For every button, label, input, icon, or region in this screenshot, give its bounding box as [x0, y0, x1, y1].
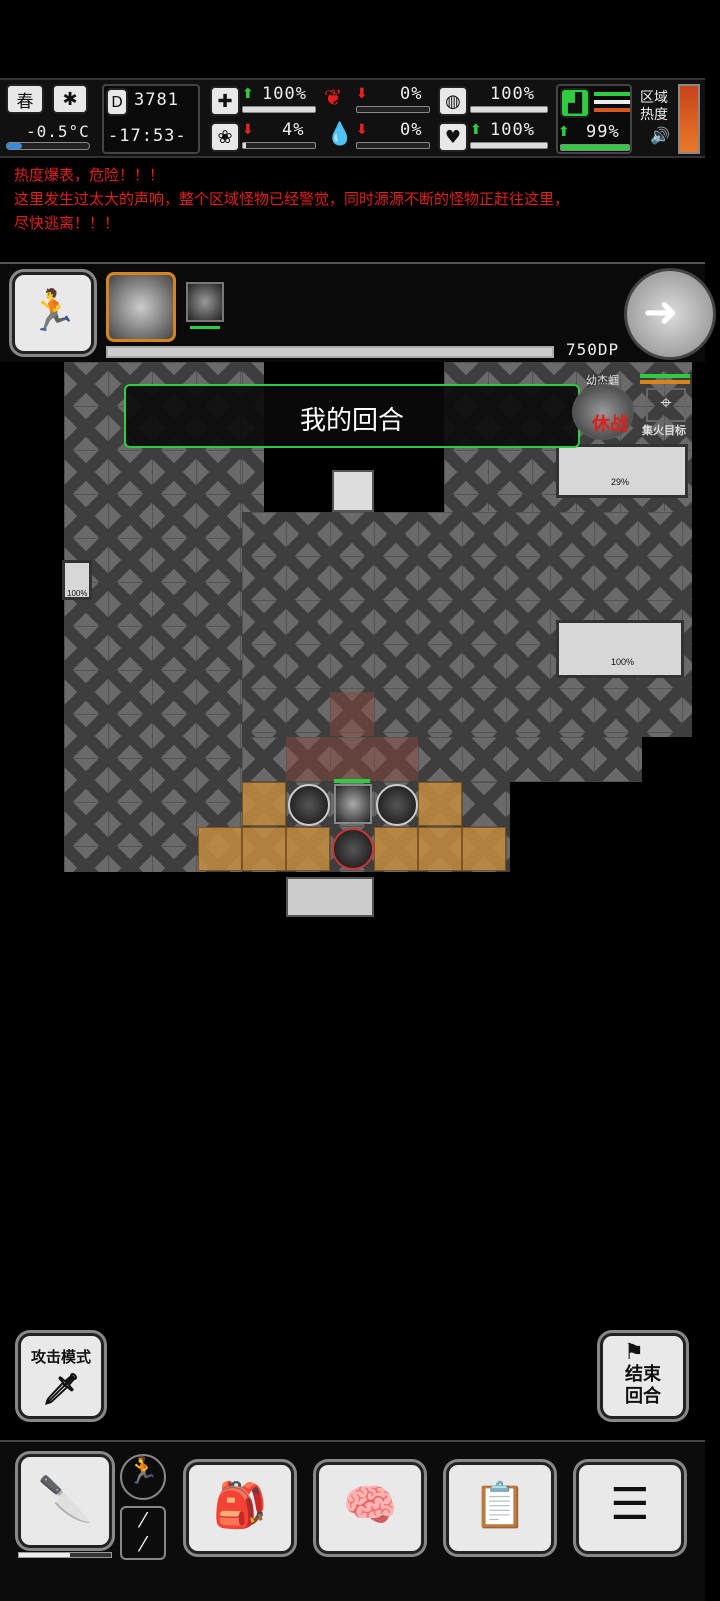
digestion-value: 4% — [282, 120, 305, 140]
journal-button[interactable]: 📋 — [446, 1462, 554, 1554]
next-turn-button[interactable]: ➜ — [624, 268, 716, 360]
temperature-value: -0.5°C — [26, 122, 90, 141]
snowflake-icon: ✱ — [52, 84, 88, 114]
notebook-icon: 📋 — [472, 1480, 528, 1531]
knife-slash-icon: 🗡 — [41, 1372, 81, 1407]
knife-icon: 🔪 — [37, 1474, 93, 1525]
weapon-slot-button[interactable]: 🔪 — [18, 1454, 112, 1548]
boot-icon: ▟ — [560, 88, 590, 118]
blood-drop-icon: 💧 — [326, 122, 354, 147]
player-portrait[interactable] — [106, 272, 176, 342]
status-bar: 春 ✱ -0.5°C D 3781 -17:53- ✚ ⬆ 100% ❦ ⬇ 0… — [0, 78, 705, 158]
stomach-trend-down-icon: ⬇ — [356, 86, 368, 102]
temperature-bar — [6, 142, 90, 150]
skills-button[interactable]: 🧠 — [316, 1462, 424, 1554]
season-badge: 春 — [6, 84, 44, 114]
clock-panel: D 3781 -17:53- — [102, 84, 200, 154]
stomach-bar — [356, 106, 430, 113]
turn-banner: 我的回合 — [124, 384, 580, 448]
locker-durability: 29% — [611, 477, 630, 487]
stamina-bar — [560, 144, 630, 151]
day-counter: 3781 — [134, 90, 179, 110]
health-value: 100% — [490, 120, 535, 140]
digestion-bar — [242, 142, 316, 149]
wall-safe-durability: 100% — [67, 589, 88, 598]
medical-trend-up-icon: ⬆ — [242, 86, 254, 102]
turn-banner-text: 我的回合 — [299, 406, 404, 436]
stamina-value: 99% — [586, 122, 620, 142]
season-label: 春 — [16, 91, 34, 112]
health-bar — [470, 142, 548, 149]
crosshair-icon[interactable]: ⌖ — [646, 388, 686, 422]
attack-mode-label: 攻击模式 — [30, 1348, 91, 1366]
health-trend-up-icon: ⬆ — [470, 122, 482, 138]
menu-list-icon: ☰ — [610, 1479, 650, 1530]
blood-value: 0% — [400, 120, 423, 140]
water-bar — [470, 106, 548, 113]
enemy-portrait[interactable] — [186, 282, 224, 322]
locker-container[interactable]: 29% — [556, 444, 688, 498]
digestion-trend-down-icon: ⬇ — [242, 122, 254, 138]
menu-button[interactable]: ☰ — [576, 1462, 684, 1554]
stomach-icon: ❦ — [324, 86, 343, 111]
stance-button[interactable]: 🏃 — [12, 272, 94, 354]
speaker-icon[interactable]: 🔊 — [650, 126, 670, 145]
danger-message-body: 这里发生过太大的声响，整个区域怪物已经警觉，同时源源不断的怪物正赶往这里， — [14, 190, 570, 208]
run-stance-icon[interactable]: 🏃 — [120, 1454, 166, 1500]
shooter-stance-icon: 🏃 — [28, 288, 78, 334]
zone-heat-gauge — [678, 84, 700, 154]
bottom-nav: 🔪 🏃 ⁄ ⁄ 🎒 🧠 📋 ☰ — [0, 1440, 705, 1601]
attack-mode-button[interactable]: 攻击模式 🗡 — [18, 1333, 104, 1419]
stomach-value: 0% — [400, 84, 423, 104]
enemy-unit[interactable] — [334, 784, 372, 824]
inventory-button[interactable]: 🎒 — [186, 1462, 294, 1554]
danger-message-footer: 尽快逃离！！！ — [14, 214, 120, 232]
flag-icon: ⚑ — [624, 1340, 644, 1365]
medical-value: 100% — [262, 84, 307, 104]
blood-trend-down-icon: ⬇ — [356, 122, 368, 138]
clock-time: -17:53- — [108, 126, 187, 146]
danger-message-title: 热度爆表，危险！！！ — [14, 166, 165, 184]
arrow-right-icon: ➜ — [643, 287, 679, 336]
medkit-icon: ✚ — [210, 86, 240, 116]
mine-trap-icon[interactable] — [376, 784, 418, 826]
blood-bar — [356, 142, 430, 149]
brain-icon: 🧠 — [342, 1480, 398, 1531]
heart-icon: ♥ — [438, 122, 468, 152]
stairs-up-icon[interactable] — [332, 470, 374, 512]
ap-value: 750DP — [566, 340, 620, 359]
locker-durability: 100% — [611, 657, 635, 667]
stamina-panel: ▟ ⬆ 99% — [556, 84, 632, 154]
zone-heat-label: 区域 热度 — [640, 90, 668, 123]
mine-trap-icon[interactable] — [288, 784, 330, 826]
enemy-state: 休战 — [592, 414, 628, 435]
end-turn-label: 结束 回合 — [625, 1364, 661, 1407]
stamina-trend-up-icon: ⬆ — [558, 124, 570, 140]
weapon-durability-bar — [18, 1552, 112, 1558]
enemy-info-panel[interactable]: 幼杰蝈 休战 ⌖ 集火目标 — [566, 370, 698, 442]
ap-bar — [106, 346, 554, 358]
water-value: 100% — [490, 84, 535, 104]
turn-order-bar: 🏃 750DP ➜ — [0, 262, 716, 362]
locker-container[interactable]: 100% — [556, 620, 684, 678]
water-icon: ◍ — [438, 86, 468, 116]
focus-fire-label[interactable]: 集火目标 — [642, 422, 686, 438]
day-icon: D — [106, 88, 128, 116]
end-turn-button[interactable]: ⚑ 结束 回合 — [600, 1333, 686, 1419]
intestine-icon: ❀ — [210, 122, 240, 152]
quick-slot-button[interactable]: ⁄ ⁄ — [120, 1506, 166, 1560]
exit-door-icon[interactable] — [286, 877, 374, 917]
medical-bar — [242, 106, 316, 113]
backpack-icon: 🎒 — [212, 1480, 268, 1531]
temperature-panel: -0.5°C — [6, 122, 90, 154]
wall-safe-container[interactable]: 100% — [62, 560, 92, 600]
player-unit[interactable] — [332, 828, 374, 870]
